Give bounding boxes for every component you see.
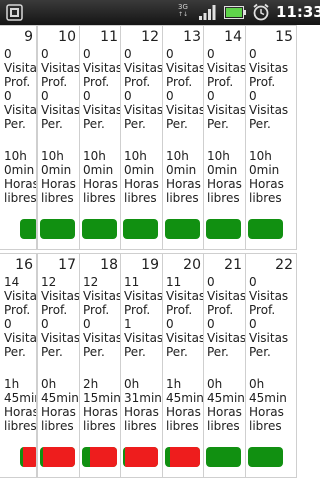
occupancy-bar (20, 447, 36, 467)
visits-summary: 11 Visitas Prof. 0 Visitas Per. (166, 275, 205, 359)
day-number: 13 (183, 29, 201, 45)
visits-summary: 0 Visitas Prof. 0 Visitas Per. (207, 275, 246, 359)
occupancy-bar (123, 447, 158, 467)
visits-summary: 0 Visitas Prof. 0 Visitas Per. (41, 47, 80, 131)
day-number: 19 (141, 257, 159, 273)
day-cell[interactable]: 10 0 Visitas Prof. 0 Visitas Per. 10h 0min… (37, 25, 80, 250)
free-hours: 1h 45min Horas libres (4, 377, 37, 433)
day-number: 10 (58, 29, 76, 45)
visits-summary: 0 Visitas Prof. 0 Visitas Per. (4, 47, 37, 131)
day-cell[interactable]: 9 0 Visitas Prof. 0 Visitas Per. 10h 0min … (0, 25, 37, 250)
free-hours: 10h 0min Horas libres (249, 149, 284, 205)
day-number: 18 (100, 257, 118, 273)
free-hours: 10h 0min Horas libres (166, 149, 201, 205)
free-hours: 0h 45min Horas libres (41, 377, 79, 433)
day-cell[interactable]: 14 0 Visitas Prof. 0 Visitas Per. 10h 0min… (203, 25, 246, 250)
day-number: 17 (58, 257, 76, 273)
occupancy-bar (248, 219, 283, 239)
status-bar: 3G ↑↓ 11:33 (0, 0, 320, 25)
visits-summary: 0 Visitas Prof. 0 Visitas Per. (124, 47, 163, 131)
visits-summary: 12 Visitas Prof. 0 Visitas Per. (41, 275, 80, 359)
free-hours: 10h 0min Horas libres (124, 149, 159, 205)
day-cell[interactable]: 15 0 Visitas Prof. 0 Visitas Per. 10h 0min… (245, 25, 297, 250)
free-hours: 0h 45min Horas libres (249, 377, 287, 433)
day-number: 22 (275, 257, 293, 273)
day-number: 15 (275, 29, 293, 45)
occupancy-bar (82, 447, 117, 467)
occupancy-bar (82, 219, 117, 239)
occupancy-bar (248, 447, 283, 467)
network-type-label: 3G ↑↓ (176, 3, 190, 18)
day-cell[interactable]: 12 0 Visitas Prof. 0 Visitas Per. 10h 0min… (120, 25, 163, 250)
visits-summary: 0 Visitas Prof. 0 Visitas Per. (83, 47, 122, 131)
visits-summary: 0 Visitas Prof. 0 Visitas Per. (249, 47, 289, 131)
day-number: 11 (100, 29, 118, 45)
free-hours: 10h 0min Horas libres (41, 149, 76, 205)
battery-icon (224, 6, 246, 19)
visits-summary: 0 Visitas Prof. 0 Visitas Per. (249, 275, 289, 359)
network-arrows-icon: ↑↓ (177, 11, 189, 18)
occupancy-bar (206, 447, 241, 467)
day-cell[interactable]: 20 11 Visitas Prof. 0 Visitas Per. 1h 45mi… (162, 253, 205, 478)
occupancy-bar (123, 219, 158, 239)
visits-summary: 14 Visitas Prof. 0 Visitas Per. (4, 275, 37, 359)
occupancy-busy-fill (22, 447, 36, 467)
occupancy-busy-fill (42, 447, 75, 467)
day-number: 9 (24, 29, 33, 45)
day-cell[interactable]: 18 12 Visitas Prof. 0 Visitas Per. 2h 15mi… (79, 253, 122, 478)
week-row: 16 14 Visitas Prof. 0 Visitas Per. 1h 45mi… (0, 253, 320, 478)
occupancy-bar (206, 219, 241, 239)
occupancy-bar (40, 219, 75, 239)
day-number: 20 (183, 257, 201, 273)
free-hours: 10h 0min Horas libres (4, 149, 37, 205)
occupancy-bar (165, 219, 200, 239)
free-hours: 0h 45min Horas libres (207, 377, 245, 433)
visits-summary: 12 Visitas Prof. 0 Visitas Per. (83, 275, 122, 359)
day-cell[interactable]: 16 14 Visitas Prof. 0 Visitas Per. 1h 45mi… (0, 253, 37, 478)
day-number: 16 (15, 257, 33, 273)
free-hours: 10h 0min Horas libres (207, 149, 242, 205)
occupancy-bar (20, 219, 36, 239)
day-cell[interactable]: 11 0 Visitas Prof. 0 Visitas Per. 10h 0min… (79, 25, 122, 250)
day-number: 12 (141, 29, 159, 45)
day-cell[interactable]: 21 0 Visitas Prof. 0 Visitas Per. 0h 45min… (203, 253, 246, 478)
visits-summary: 0 Visitas Prof. 0 Visitas Per. (207, 47, 246, 131)
day-cell[interactable]: 13 0 Visitas Prof. 0 Visitas Per. 10h 0min… (162, 25, 205, 250)
signal-icon (199, 5, 216, 20)
week-row: 90 Visitas Prof. 0 Visitas Per.10h 0min … (0, 25, 320, 250)
day-cell[interactable]: 22 0 Visitas Prof. 0 Visitas Per. 0h 45min… (245, 253, 297, 478)
day-cell[interactable]: 17 12 Visitas Prof. 0 Visitas Per. 0h 45mi… (37, 253, 80, 478)
free-hours: 10h 0min Horas libres (83, 149, 118, 205)
network-type-text: 3G (178, 3, 188, 11)
free-hours: 1h 45min Horas libres (166, 377, 204, 433)
visits-summary: 0 Visitas Prof. 0 Visitas Per. (166, 47, 205, 131)
occupancy-bar (40, 447, 75, 467)
occupancy-bar (165, 447, 200, 467)
status-clock: 11:33 (276, 3, 320, 21)
day-number: 21 (224, 257, 242, 273)
free-hours: 2h 15min Horas libres (83, 377, 121, 433)
day-number: 14 (224, 29, 242, 45)
notification-icon[interactable] (6, 4, 23, 21)
occupancy-busy-fill (89, 447, 117, 467)
day-cell[interactable]: 19 11 Visitas Prof. 1 Visitas Per. 0h 31mi… (120, 253, 163, 478)
free-hours: 0h 31min Horas libres (124, 377, 162, 433)
alarm-icon (253, 3, 269, 21)
visits-summary: 11 Visitas Prof. 1 Visitas Per. (124, 275, 163, 359)
week-calendar: 90 Visitas Prof. 0 Visitas Per.10h 0min … (0, 25, 320, 480)
occupancy-busy-fill (170, 447, 200, 467)
occupancy-busy-fill (124, 447, 158, 467)
